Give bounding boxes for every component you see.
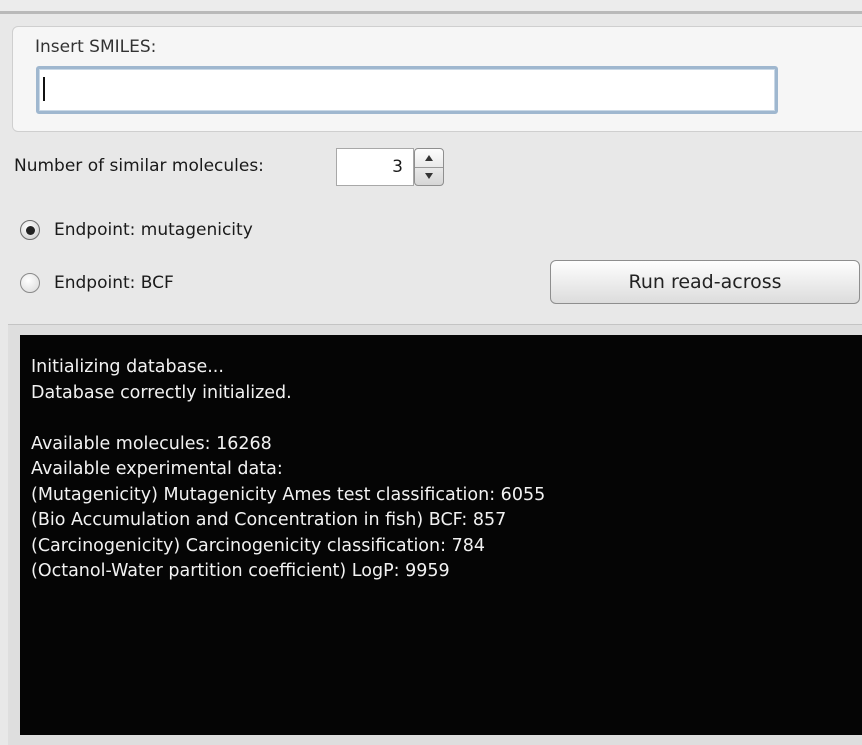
console-line: Available experimental data:	[31, 459, 283, 479]
text-caret	[43, 77, 45, 101]
endpoint-mutagenicity-radio[interactable]	[20, 220, 40, 240]
run-read-across-button[interactable]: Run read-across	[550, 260, 860, 304]
console-line: Database correctly initialized.	[31, 382, 292, 403]
endpoint-mutagenicity-label: Endpoint: mutagenicity	[54, 220, 253, 240]
console-output[interactable]: Initializing database... Database correc…	[20, 335, 862, 735]
console-line: Available molecules: 16268	[31, 433, 272, 454]
console-line: Initializing database...	[31, 357, 224, 377]
stepper-down-button[interactable]	[415, 167, 443, 185]
triangle-up-icon	[425, 155, 433, 161]
console-frame: Initializing database... Database correc…	[8, 324, 862, 745]
console-line: (Carcinogenicity) Carcinogenicity classi…	[31, 535, 485, 556]
radio-selected-dot	[25, 225, 35, 235]
endpoint-bcf-label: Endpoint: BCF	[54, 273, 174, 293]
similar-molecules-label: Number of similar molecules:	[14, 156, 264, 176]
stepper-buttons	[414, 148, 444, 186]
endpoint-bcf-option[interactable]: Endpoint: BCF	[20, 270, 174, 296]
triangle-down-icon	[425, 173, 433, 179]
similar-molecules-stepper[interactable]: 3	[336, 148, 446, 186]
console-line: (Bio Accumulation and Concentration in f…	[31, 510, 507, 530]
smiles-label: Insert SMILES:	[35, 37, 157, 57]
endpoint-bcf-radio[interactable]	[20, 273, 40, 293]
console-line: (Mutagenicity) Mutagenicity Ames test cl…	[31, 484, 546, 505]
similar-molecules-field[interactable]: 3	[336, 148, 414, 186]
smiles-input[interactable]	[36, 66, 778, 114]
window-top-edge	[0, 0, 862, 14]
stepper-up-button[interactable]	[415, 149, 443, 168]
smiles-panel: Insert SMILES:	[12, 26, 862, 132]
console-line: (Octanol-Water partition coefficient) Lo…	[31, 561, 450, 581]
endpoint-mutagenicity-option[interactable]: Endpoint: mutagenicity	[20, 217, 253, 243]
